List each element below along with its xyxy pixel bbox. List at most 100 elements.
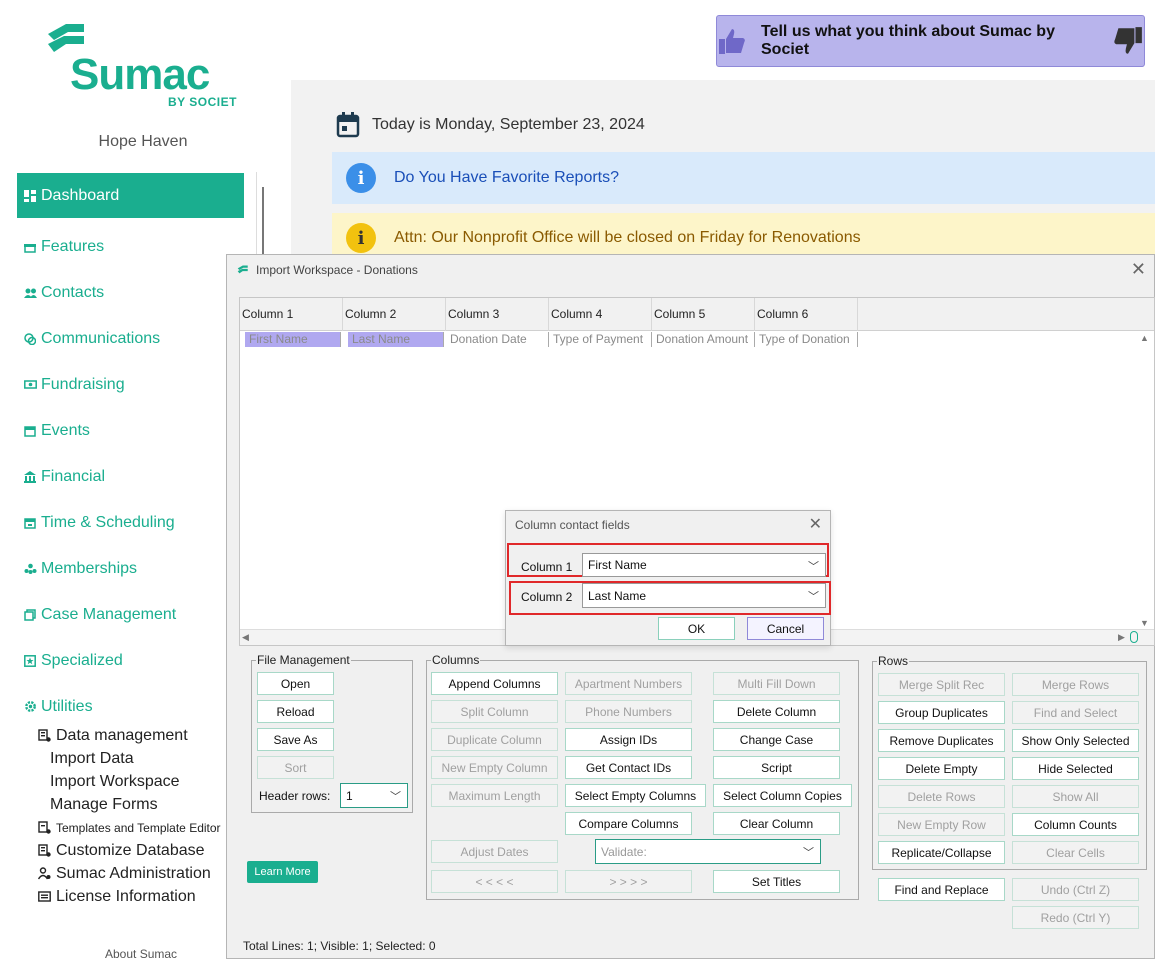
feedback-banner[interactable]: Tell us what you think about Sumac by So… [716,15,1145,67]
subnav-templates[interactable]: Templates and Template Editor [38,821,226,835]
compare-columns-button[interactable]: Compare Columns [565,812,692,835]
remove-duplicates-button[interactable]: Remove Duplicates [878,729,1005,752]
assign-ids-button[interactable]: Assign IDs [565,728,692,751]
sidebar-item-time-scheduling[interactable]: Time & Scheduling [17,500,244,545]
close-icon[interactable]: ✕ [809,514,822,534]
scroll-right-icon[interactable]: ▶ [1118,632,1125,643]
table-cell[interactable]: Type of Donation [755,332,858,347]
subnav-import-data[interactable]: Import Data [50,750,134,768]
column-header[interactable]: Column 1 [240,298,343,331]
save-as-button[interactable]: Save As [257,728,334,751]
cancel-button[interactable]: Cancel [747,617,824,640]
clock-calendar-icon [23,516,37,530]
sidebar-item-financial[interactable]: Financial [17,454,244,499]
maximum-length-button[interactable]: Maximum Length [431,784,558,807]
about-sumac-link[interactable]: About Sumac [105,947,177,959]
redo-button[interactable]: Redo (Ctrl Y) [1012,906,1139,929]
sidebar-item-dashboard[interactable]: Dashboard [17,173,244,218]
header-rows-select[interactable]: 1 ﹀ [340,783,408,808]
sidebar-scroll-thumb[interactable] [262,187,264,257]
merge-rows-button[interactable]: Merge Rows [1012,673,1139,696]
subnav-manage-forms[interactable]: Manage Forms [50,796,158,814]
sidebar-item-utilities[interactable]: Utilities [17,684,244,729]
sort-button[interactable]: Sort [257,756,334,779]
replicate-collapse-button[interactable]: Replicate/Collapse [878,841,1005,864]
table-cell[interactable]: Donation Date [446,332,549,347]
sidebar-item-specialized[interactable]: Specialized [17,638,244,683]
thumbs-up-icon[interactable] [717,26,747,56]
validate-select[interactable]: Validate: ﹀ [595,839,821,864]
new-empty-column-button[interactable]: New Empty Column [431,756,558,779]
subnav-data-management[interactable]: Data management [38,727,188,745]
column-header[interactable]: Column 5 [652,298,755,331]
subnav-license-information[interactable]: License Information [38,888,196,906]
table-cell[interactable]: First Name [245,332,341,347]
column-header[interactable]: Column 4 [549,298,652,331]
open-button[interactable]: Open [257,672,334,695]
apartment-numbers-button[interactable]: Apartment Numbers [565,672,692,695]
hide-selected-button[interactable]: Hide Selected [1012,757,1139,780]
sidebar-item-features[interactable]: Features [17,224,244,269]
column-header[interactable]: Column 6 [755,298,858,331]
merge-split-rec-button[interactable]: Merge Split Rec [878,673,1005,696]
column-counts-button[interactable]: Column Counts [1012,813,1139,836]
column-1-field-select[interactable]: First Name ﹀ [582,553,826,577]
sidebar-item-communications[interactable]: Communications [17,316,244,361]
sidebar-item-events[interactable]: Events [17,408,244,453]
next-columns-button[interactable]: > > > > [565,870,692,893]
previous-columns-button[interactable]: < < < < [431,870,558,893]
column-header[interactable]: Column 3 [446,298,549,331]
subnav-customize-database[interactable]: Customize Database [38,842,205,860]
append-columns-button[interactable]: Append Columns [431,672,558,695]
column-2-field-select[interactable]: Last Name ﹀ [582,583,826,608]
split-column-button[interactable]: Split Column [431,700,558,723]
change-case-button[interactable]: Change Case [713,728,840,751]
sidebar-item-fundraising[interactable]: Fundraising [17,362,244,407]
duplicate-column-button[interactable]: Duplicate Column [431,728,558,751]
sidebar-item-memberships[interactable]: Memberships [17,546,244,591]
undo-button[interactable]: Undo (Ctrl Z) [1012,878,1139,901]
adjust-dates-button[interactable]: Adjust Dates [431,840,558,863]
vertical-scrollbar[interactable]: ▲ ▼ [1136,331,1154,631]
table-cell[interactable]: Donation Amount [652,332,755,347]
new-empty-row-button[interactable]: New Empty Row [878,813,1005,836]
find-and-replace-button[interactable]: Find and Replace [878,878,1005,901]
clear-cells-button[interactable]: Clear Cells [1012,841,1139,864]
thumbs-down-icon[interactable] [1112,24,1144,58]
clear-column-button[interactable]: Clear Column [713,812,840,835]
find-and-select-button[interactable]: Find and Select [1012,701,1139,724]
scroll-down-icon[interactable]: ▼ [1140,618,1149,628]
scroll-left-icon[interactable]: ◀ [242,632,249,643]
select-column-copies-button[interactable]: Select Column Copies [713,784,852,807]
group-title: File Management [257,653,350,667]
info-banner[interactable]: i Do You Have Favorite Reports? [332,152,1155,204]
delete-rows-button[interactable]: Delete Rows [878,785,1005,808]
select-empty-columns-button[interactable]: Select Empty Columns [565,784,706,807]
reload-button[interactable]: Reload [257,700,334,723]
learn-more-button[interactable]: Learn More [247,861,318,883]
column-header[interactable]: Column 2 [343,298,446,331]
delete-column-button[interactable]: Delete Column [713,700,840,723]
today-date-text: Today is Monday, September 23, 2024 [372,116,645,133]
subnav-sumac-administration[interactable]: Sumac Administration [37,865,211,883]
table-cell[interactable]: Last Name [348,332,444,347]
sidebar-item-case-management[interactable]: Case Management [17,592,244,637]
header-rows-value: 1 [346,788,353,803]
show-all-button[interactable]: Show All [1012,785,1139,808]
script-button[interactable]: Script [713,756,840,779]
scroll-up-icon[interactable]: ▲ [1140,333,1149,343]
ok-button[interactable]: OK [658,617,735,640]
sidebar-item-contacts[interactable]: Contacts [17,270,244,315]
group-duplicates-button[interactable]: Group Duplicates [878,701,1005,724]
subnav-import-workspace[interactable]: Import Workspace [50,773,180,791]
close-icon[interactable]: ✕ [1131,259,1146,280]
phone-numbers-button[interactable]: Phone Numbers [565,700,692,723]
show-only-selected-button[interactable]: Show Only Selected [1012,729,1139,752]
multi-fill-down-button[interactable]: Multi Fill Down [713,672,840,695]
get-contact-ids-button[interactable]: Get Contact IDs [565,756,692,779]
scroll-thumb[interactable] [1130,631,1138,643]
delete-empty-button[interactable]: Delete Empty [878,757,1005,780]
table-cell[interactable]: Type of Payment [549,332,652,347]
set-titles-button[interactable]: Set Titles [713,870,840,893]
sidebar-item-label: Dashboard [41,186,120,204]
